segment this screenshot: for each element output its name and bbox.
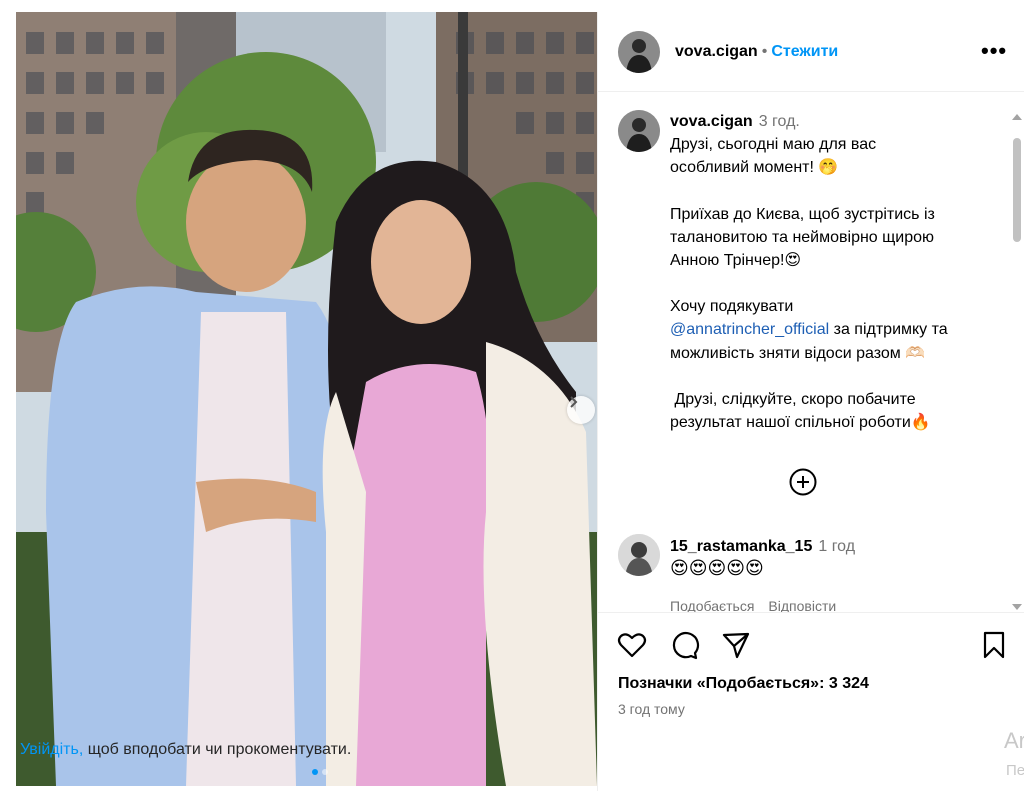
- caption-line: Приїхав до Києва, щоб зустрітись із: [670, 205, 935, 223]
- login-link[interactable]: Увійдіть,: [20, 741, 83, 758]
- carousel-dot: [322, 769, 328, 775]
- caption-time: 3 год.: [758, 113, 800, 130]
- post-time: 3 год тому: [618, 701, 685, 717]
- scrollbar[interactable]: [1009, 104, 1024, 612]
- post-actions: Позначки «Подобається»: 3 324 3 год тому: [598, 612, 1024, 743]
- caption-line: результат нашої спільної роботи🔥: [670, 414, 931, 432]
- caption-line: можливість зняти відоси разом 🫶🏻: [670, 344, 926, 362]
- separator-dot: •: [761, 43, 768, 60]
- caption-line: Друзі, слідкуйте, скоро побачите: [670, 390, 916, 408]
- caption-text: за підтримку та: [829, 321, 948, 339]
- caption-username[interactable]: vova.cigan: [670, 113, 753, 130]
- post-header: vova.cigan • Стежити •••: [598, 12, 1024, 92]
- caption-line: Анною Трінчер!😍: [670, 252, 802, 270]
- author-avatar[interactable]: [618, 31, 660, 73]
- post-photo[interactable]: [16, 12, 597, 786]
- photo-illustration: [16, 12, 597, 786]
- comment-header: 15_rastamanka_15 1 год: [670, 538, 855, 556]
- comment-actions: Подобається Відповісти: [670, 598, 850, 612]
- comment: 15_rastamanka_15 1 год 😍😍😍😍😍: [670, 538, 855, 579]
- comments-scroll-area[interactable]: vova.cigan 3 год. Друзі, сьогодні маю для…: [598, 92, 1024, 612]
- follow-button[interactable]: Стежити: [771, 43, 838, 60]
- comment-icon[interactable]: [668, 629, 700, 661]
- scroll-thumb[interactable]: [1013, 138, 1021, 242]
- caption-line: [670, 180, 1000, 203]
- post-caption: vova.cigan 3 год. Друзі, сьогодні маю для…: [670, 110, 1000, 434]
- caption-line: [670, 272, 1000, 295]
- carousel-dot-active: [312, 769, 318, 775]
- scroll-up-arrow[interactable]: [1012, 114, 1022, 120]
- author-line: vova.cigan • Стежити: [675, 43, 838, 61]
- scroll-down-arrow[interactable]: [1012, 604, 1022, 610]
- comment-reply-button[interactable]: Відповісти: [768, 598, 836, 612]
- heart-icon[interactable]: [616, 629, 648, 661]
- caption-header: vova.cigan 3 год.: [670, 110, 1000, 133]
- avatar-image: [618, 110, 660, 152]
- next-photo-button[interactable]: [567, 396, 595, 424]
- background-text: Ar: [1004, 728, 1024, 753]
- caption-line: Хочу подякувати: [670, 298, 794, 316]
- comment-text: 😍😍😍😍😍: [670, 558, 764, 578]
- caption-author-avatar[interactable]: [618, 110, 660, 152]
- background-text: Пе: [1006, 762, 1024, 779]
- bookmark-icon[interactable]: [978, 629, 1010, 661]
- login-prompt-text: щоб вподобати чи прокоментувати.: [83, 741, 352, 758]
- caption-line: @annatrincher_official за підтримку та: [670, 318, 1000, 341]
- share-icon[interactable]: [720, 629, 752, 661]
- post-side-panel: vova.cigan • Стежити ••• vova.cigan 3 год. …: [597, 12, 1024, 791]
- caption-line: [670, 365, 1000, 388]
- avatar-image: [618, 31, 660, 73]
- more-icon[interactable]: •••: [981, 38, 1007, 64]
- chevron-right-icon: [570, 396, 578, 408]
- caption-line: талановитою та неймовірно щирою: [670, 228, 935, 246]
- commenter-avatar[interactable]: [618, 534, 660, 576]
- add-circle-icon[interactable]: [788, 467, 818, 497]
- login-prompt: Увійдіть, щоб вподобати чи прокоментуват…: [20, 741, 351, 759]
- author-username[interactable]: vova.cigan: [675, 43, 758, 60]
- comment-like-button[interactable]: Подобається: [670, 598, 754, 612]
- comment-time: 1 год: [818, 538, 856, 555]
- likes-count[interactable]: Позначки «Подобається»: 3 324: [618, 675, 869, 693]
- caption-line: особливий момент! 🤭: [670, 159, 839, 177]
- carousel-indicator: [312, 769, 328, 775]
- mention-link[interactable]: @annatrincher_official: [670, 321, 829, 338]
- avatar-image: [618, 534, 660, 576]
- caption-line: Друзі, сьогодні маю для вас: [670, 136, 877, 154]
- comment-username[interactable]: 15_rastamanka_15: [670, 538, 812, 555]
